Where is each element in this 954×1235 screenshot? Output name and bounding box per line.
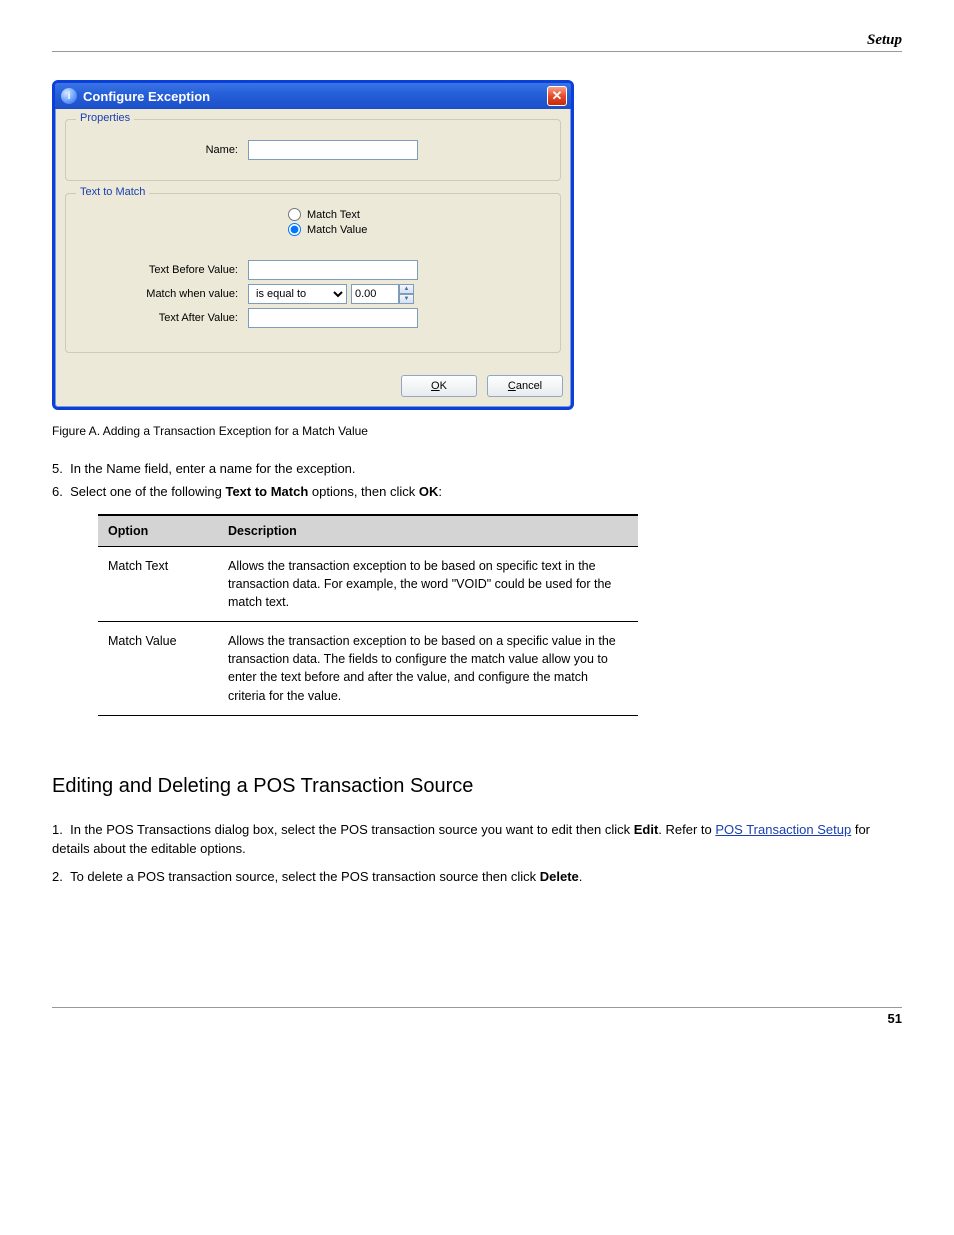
match-text-radio[interactable]: Match Text xyxy=(288,208,550,221)
text-to-match-legend: Text to Match xyxy=(76,186,149,198)
figure-caption: Figure A. Adding a Transaction Exception… xyxy=(52,424,902,438)
operator-select[interactable]: is equal to xyxy=(248,284,347,304)
match-value-radio-input[interactable] xyxy=(288,223,301,236)
body-text: 5. In the Name field, enter a name for t… xyxy=(52,460,902,887)
section-heading: Editing and Deleting a POS Transaction S… xyxy=(52,772,902,801)
spin-down-icon[interactable]: ▼ xyxy=(399,294,414,304)
page-header: Setup xyxy=(52,28,902,52)
match-text-radio-label: Match Text xyxy=(307,209,360,221)
step5-text: In the Name field, enter a name for the … xyxy=(70,461,355,476)
text-after-input[interactable] xyxy=(248,308,418,328)
header-section: Setup xyxy=(867,32,902,48)
text-after-label: Text After Value: xyxy=(76,312,248,324)
table-h2: Description xyxy=(218,515,638,547)
app-icon: i xyxy=(61,88,77,104)
cancel-button[interactable]: Cancel xyxy=(487,375,563,397)
name-label: Name: xyxy=(76,144,248,156)
spin-up-icon[interactable]: ▲ xyxy=(399,284,414,294)
match-when-label: Match when value: xyxy=(76,288,248,300)
properties-legend: Properties xyxy=(76,112,134,124)
configure-exception-dialog: i Configure Exception ✕ Properties Name:… xyxy=(52,80,574,410)
match-value-radio-label: Match Value xyxy=(307,224,367,236)
page-footer: 51 xyxy=(52,1007,902,1026)
close-icon[interactable]: ✕ xyxy=(547,86,567,106)
name-input[interactable] xyxy=(248,140,418,160)
titlebar: i Configure Exception ✕ xyxy=(55,83,571,109)
text-before-input[interactable] xyxy=(248,260,418,280)
match-value-radio[interactable]: Match Value xyxy=(288,223,550,236)
page-number: 51 xyxy=(888,1011,902,1026)
table-row: Match Value Allows the transaction excep… xyxy=(98,622,638,716)
dialog-title: Configure Exception xyxy=(83,89,547,104)
table-h1: Option xyxy=(98,515,218,547)
text-before-label: Text Before Value: xyxy=(76,264,248,276)
properties-group: Properties Name: xyxy=(65,119,561,181)
value-stepper[interactable] xyxy=(351,284,399,304)
match-text-radio-input[interactable] xyxy=(288,208,301,221)
text-to-match-group: Text to Match Match Text Match Value xyxy=(65,193,561,353)
pos-setup-link[interactable]: POS Transaction Setup xyxy=(715,822,851,837)
dialog-figure: i Configure Exception ✕ Properties Name:… xyxy=(52,80,902,438)
table-row: Match Text Allows the transaction except… xyxy=(98,546,638,621)
options-table: Option Description Match Text Allows the… xyxy=(98,514,638,716)
ok-button[interactable]: OK xyxy=(401,375,477,397)
